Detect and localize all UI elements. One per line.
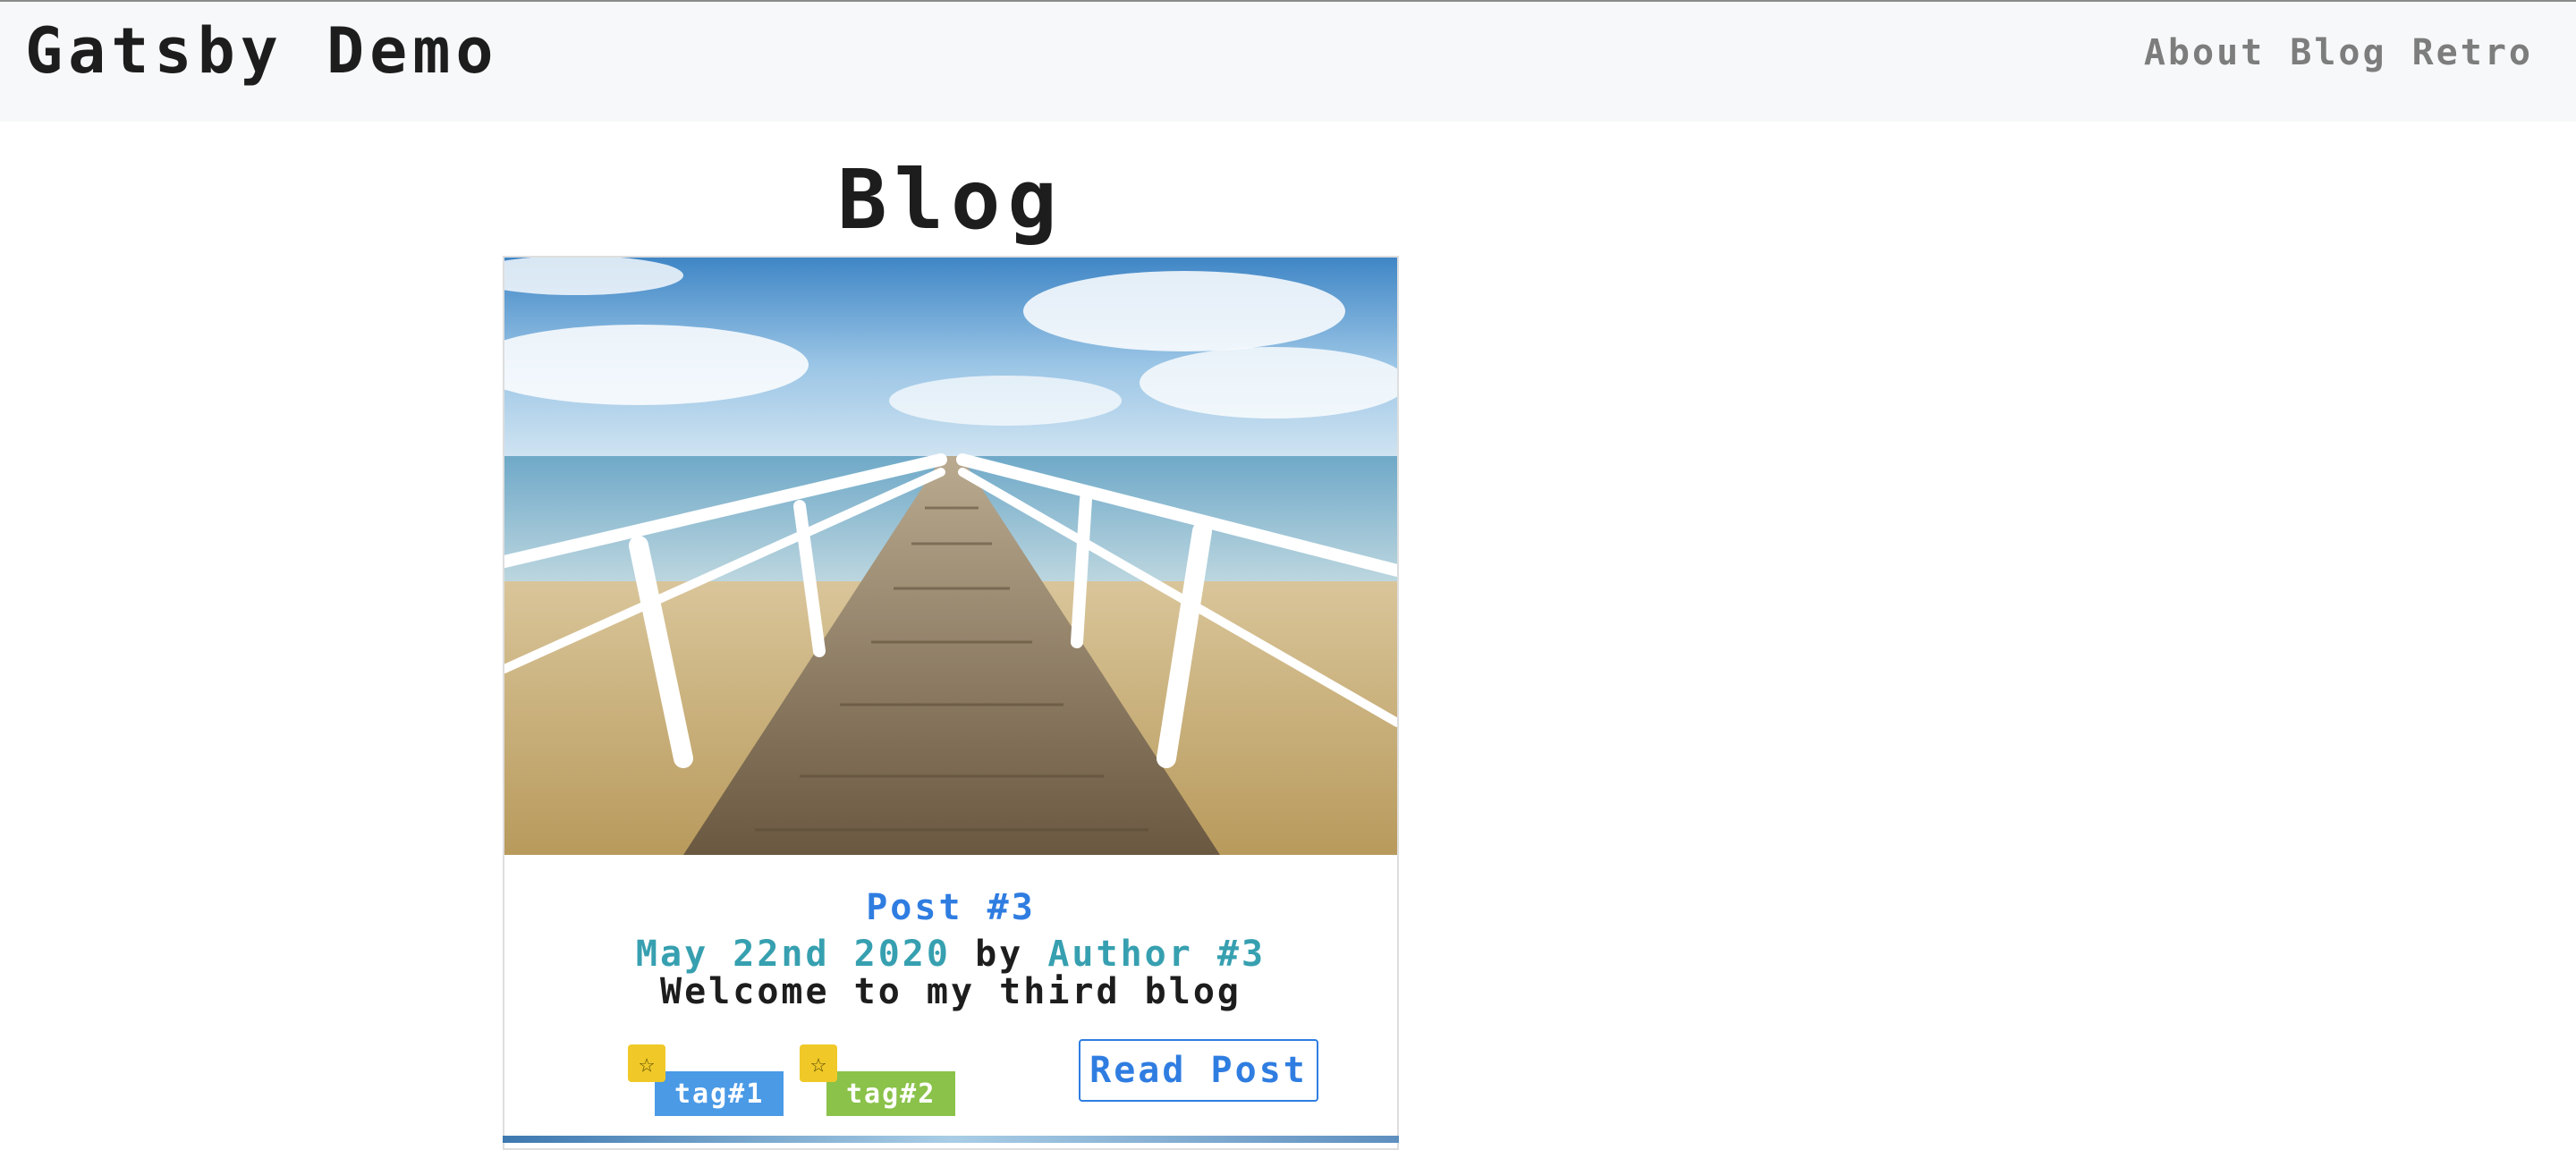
page-title: Blog xyxy=(837,152,1064,248)
post-meta: May 22nd 2020 by Author #3 xyxy=(504,934,1397,975)
post-by-label: by xyxy=(975,934,1024,975)
post-author-link[interactable]: Author #3 xyxy=(1047,934,1266,975)
nav-link-blog[interactable]: Blog xyxy=(2290,32,2386,73)
next-post-image-peek xyxy=(503,1136,1399,1143)
nav-link-about[interactable]: About xyxy=(2144,32,2265,73)
brand-link[interactable]: Gatsby Demo xyxy=(25,14,499,88)
post-image[interactable] xyxy=(504,258,1397,855)
post-date-link[interactable]: May 22nd 2020 xyxy=(636,934,951,975)
star-icon: ☆ xyxy=(628,1044,665,1082)
pier-photo xyxy=(504,258,1397,855)
main-nav: About Blog Retro xyxy=(2144,32,2533,73)
read-post-button[interactable]: Read Post xyxy=(1079,1039,1318,1102)
tag-label: tag#1 xyxy=(655,1071,784,1116)
top-navbar: Gatsby Demo About Blog Retro xyxy=(0,0,2576,122)
star-icon: ☆ xyxy=(800,1044,837,1082)
post-card: Post #3 May 22nd 2020 by Author #3 Welco… xyxy=(503,256,1399,1150)
tag-label: tag#2 xyxy=(826,1071,956,1116)
post-title-link[interactable]: Post #3 xyxy=(504,887,1397,928)
post-excerpt: Welcome to my third blog xyxy=(660,971,1241,1012)
nav-link-retro[interactable]: Retro xyxy=(2412,32,2533,73)
